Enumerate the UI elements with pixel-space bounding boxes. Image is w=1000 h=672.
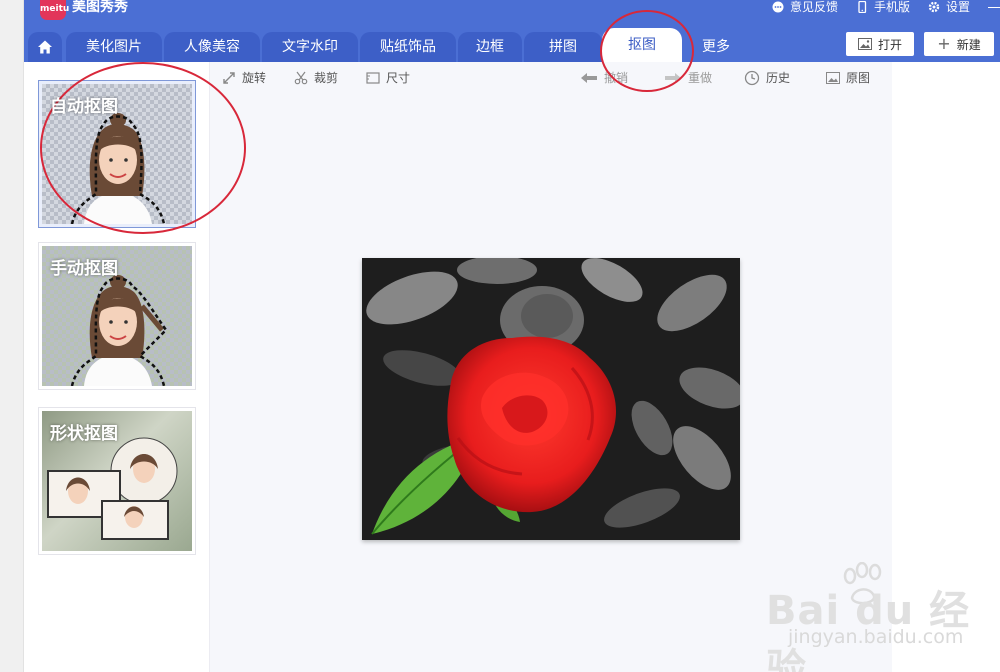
tab-label: 更多 xyxy=(702,39,730,55)
rotate-button[interactable]: 旋转 xyxy=(222,69,266,86)
size-icon xyxy=(366,71,380,84)
undo-button[interactable]: 撤销 xyxy=(580,69,628,86)
desktop-left-strip xyxy=(0,0,24,672)
open-label: 打开 xyxy=(877,37,902,52)
tab-label: 贴纸饰品 xyxy=(380,39,436,55)
feedback-button[interactable]: 意见反馈 xyxy=(772,0,838,14)
phone-version-label: 手机版 xyxy=(873,0,910,14)
shape-cutout-card[interactable]: 形状抠图 xyxy=(38,407,196,555)
tab-cutout[interactable]: 抠图 xyxy=(602,28,682,62)
tab-bar: 美化图片 人像美容 文字水印 贴纸饰品 边框 拼图 抠图 更多 打开 + 新建 xyxy=(24,24,1000,62)
original-button[interactable]: 原图 xyxy=(826,69,870,86)
new-button[interactable]: + 新建 xyxy=(924,32,994,56)
tab-label: 抠图 xyxy=(628,37,656,53)
cutout-mode-panel: 自动抠图 手动抠图 形状抠图 xyxy=(24,62,210,672)
feedback-label: 意见反馈 xyxy=(789,0,838,14)
home-icon xyxy=(38,40,52,54)
tab-portrait[interactable]: 人像美容 xyxy=(164,32,260,62)
tab-more[interactable]: 更多 xyxy=(684,32,748,62)
settings-button[interactable]: 设置 xyxy=(928,0,970,14)
crop-label: 裁剪 xyxy=(314,71,339,85)
tab-home[interactable] xyxy=(28,32,62,62)
feedback-icon xyxy=(772,1,784,13)
rotate-icon xyxy=(223,71,235,84)
tab-label: 美化图片 xyxy=(86,39,142,55)
app-title: 美图秀秀 xyxy=(72,0,128,15)
rose-photo[interactable] xyxy=(362,258,740,540)
watermark-main: Bai du 经验 xyxy=(766,588,971,672)
clock-icon xyxy=(744,70,760,85)
history-button[interactable]: 历史 xyxy=(744,69,790,86)
app-window: meitu 美图秀秀 意见反馈 手机版 设置 美化图片 人像美容 文字水印 贴纸… xyxy=(24,0,1000,672)
app-logo: meitu xyxy=(40,0,70,20)
size-label: 尺寸 xyxy=(386,71,411,85)
window-minimize-button[interactable] xyxy=(988,0,1000,8)
tab-stickers[interactable]: 贴纸饰品 xyxy=(360,32,456,62)
undo-label: 撤销 xyxy=(604,71,629,85)
baidu-jingyan-watermark: Bai du 经验 jingyan.baidu.com xyxy=(766,562,996,672)
phone-version-button[interactable]: 手机版 xyxy=(856,0,910,14)
new-label: 新建 xyxy=(956,37,981,52)
watermark-sub: jingyan.baidu.com xyxy=(788,626,964,648)
top-actions: 意见反馈 手机版 设置 xyxy=(772,0,1000,14)
gear-icon xyxy=(928,1,940,13)
rotate-label: 旋转 xyxy=(242,71,267,85)
redo-arrow-icon xyxy=(665,72,681,83)
auto-cutout-label: 自动抠图 xyxy=(50,97,118,117)
app-logo-text: meitu xyxy=(40,4,70,14)
tab-collage[interactable]: 拼图 xyxy=(524,32,602,62)
tab-label: 文字水印 xyxy=(282,39,338,55)
manual-cutout-card[interactable]: 手动抠图 xyxy=(38,242,196,390)
settings-label: 设置 xyxy=(945,0,970,14)
image-icon xyxy=(857,38,872,50)
shape-cutout-label: 形状抠图 xyxy=(50,424,118,444)
tab-beautify[interactable]: 美化图片 xyxy=(66,32,162,62)
tab-label: 拼图 xyxy=(549,39,577,55)
phone-icon xyxy=(858,1,867,13)
tab-label: 边框 xyxy=(476,39,504,55)
size-button[interactable]: 尺寸 xyxy=(366,69,410,86)
crop-button[interactable]: 裁剪 xyxy=(294,69,338,86)
tab-frames[interactable]: 边框 xyxy=(458,32,522,62)
tab-label: 人像美容 xyxy=(184,39,240,55)
auto-cutout-preview: 自动抠图 xyxy=(42,84,192,224)
open-button[interactable]: 打开 xyxy=(846,32,914,56)
title-bar: meitu 美图秀秀 意见反馈 手机版 设置 xyxy=(24,0,1000,24)
manual-cutout-label: 手动抠图 xyxy=(50,259,118,279)
plus-icon: + xyxy=(937,34,951,53)
tab-text-watermark[interactable]: 文字水印 xyxy=(262,32,358,62)
manual-cutout-preview: 手动抠图 xyxy=(42,246,192,386)
original-label: 原图 xyxy=(846,71,871,85)
undo-arrow-icon xyxy=(581,72,597,83)
scissors-icon xyxy=(294,71,308,84)
edit-toolbar: 旋转 裁剪 尺寸 撤销 重做 历史 原图 xyxy=(210,62,892,92)
auto-cutout-card[interactable]: 自动抠图 xyxy=(38,80,196,228)
redo-button[interactable]: 重做 xyxy=(664,69,712,86)
picture-icon xyxy=(826,71,840,84)
history-label: 历史 xyxy=(766,71,791,85)
shape-cutout-preview: 形状抠图 xyxy=(42,411,192,551)
redo-label: 重做 xyxy=(688,71,713,85)
rose-image xyxy=(362,258,740,540)
